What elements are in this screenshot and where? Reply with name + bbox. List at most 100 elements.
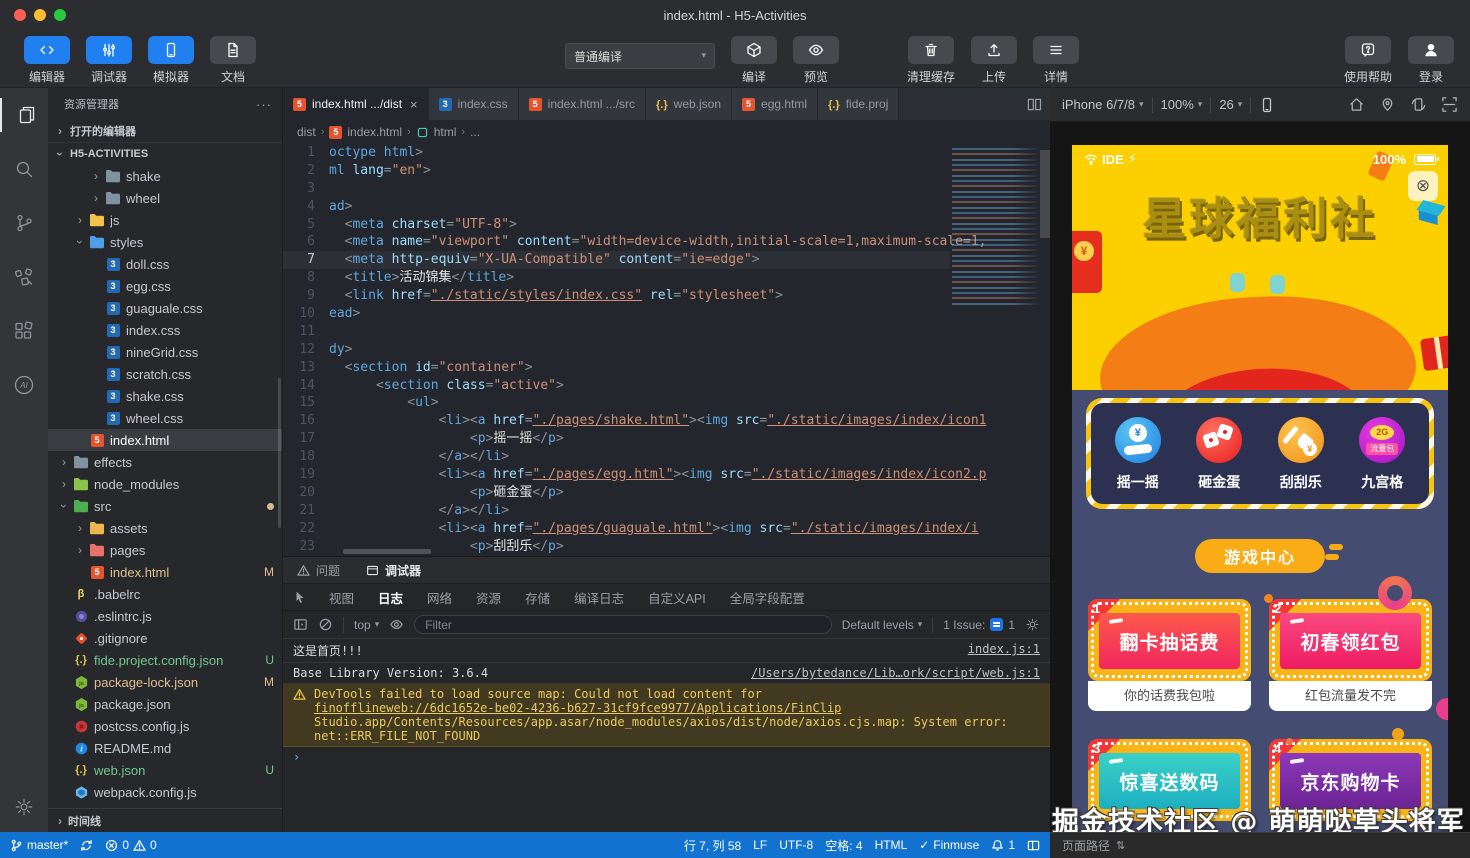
game-center-button[interactable]: 游戏中心	[1195, 539, 1343, 573]
upload-button[interactable]: 上传	[971, 36, 1018, 85]
tree-item-egg.css[interactable]: 3 egg.css	[48, 275, 282, 297]
tree-item-pages[interactable]: › pages	[48, 539, 282, 561]
breadcrumb-item[interactable]: html	[434, 125, 457, 139]
git-branch-item[interactable]: master*	[10, 838, 68, 852]
device-frame-icon[interactable]	[1259, 97, 1275, 113]
tree-item-wheel.css[interactable]: 3 wheel.css	[48, 407, 282, 429]
tree-item-package-lock.json[interactable]: js package-lock.json M	[48, 671, 282, 693]
issues-counter[interactable]: 1 Issue: 1	[943, 618, 1015, 632]
encoding-indicator[interactable]: UTF-8	[779, 838, 813, 852]
details-button[interactable]: 详情	[1033, 36, 1080, 85]
live-expression-icon[interactable]	[389, 617, 404, 632]
editor-tab[interactable]: 3 index.css	[428, 88, 519, 120]
tree-item-.eslintrc.js[interactable]: .eslintrc.js	[48, 605, 282, 627]
phone-screen[interactable]: IDE ⚡ 100% 星球福利社 ⊗	[1072, 145, 1448, 832]
extensions-icon[interactable]	[0, 314, 48, 348]
compile-button[interactable]: 编译	[731, 36, 777, 85]
editor-horizontal-scrollbar[interactable]	[343, 549, 431, 554]
console-sidebar-toggle-icon[interactable]	[293, 617, 308, 632]
service-status[interactable]: ✓ Finmuse	[919, 838, 979, 852]
breadcrumb-item[interactable]: index.html	[347, 125, 402, 139]
run-debug-icon[interactable]	[0, 260, 48, 294]
search-icon[interactable]	[0, 152, 48, 186]
source-control-icon[interactable]	[0, 206, 48, 240]
tree-item-nineGrid.css[interactable]: 3 nineGrid.css	[48, 341, 282, 363]
sync-button[interactable]	[80, 839, 93, 852]
console-filter-input[interactable]	[414, 615, 832, 634]
devtools-tab-0[interactable]: 视图	[327, 588, 356, 607]
tree-item-index.html[interactable]: 5 index.html	[48, 429, 282, 451]
tree-item-package.json[interactable]: js package.json	[48, 693, 282, 715]
tree-item-nodemodules[interactable]: › node_modules	[48, 473, 282, 495]
split-editor-icon[interactable]	[899, 88, 1050, 120]
breadcrumb-item[interactable]: ...	[470, 125, 480, 139]
tree-item-src[interactable]: › src	[48, 495, 282, 517]
promo-card-2[interactable]: 2 初春领红包 红包流量发不完	[1269, 599, 1432, 711]
editor-tab[interactable]: {.} web.json	[646, 88, 733, 120]
editor-mode-button[interactable]: 编辑器	[24, 36, 70, 85]
promo-card-1[interactable]: 1 翻卡抽话费 你的话费我包啦	[1088, 599, 1251, 711]
sidebar-scrollbar[interactable]	[278, 378, 281, 528]
tree-item-assets[interactable]: › assets	[48, 517, 282, 539]
clear-cache-button[interactable]: 清理缓存	[907, 36, 955, 85]
notifications-item[interactable]: 1	[991, 838, 1015, 852]
inspect-cursor-icon[interactable]	[293, 590, 307, 604]
console-settings-icon[interactable]	[1025, 617, 1040, 632]
tree-item-js[interactable]: › js	[48, 209, 282, 231]
rotate-device-icon[interactable]	[1410, 96, 1427, 113]
devtools-tab-3[interactable]: 资源	[474, 588, 503, 607]
source-link[interactable]: index.js:1	[968, 642, 1040, 656]
editor-vertical-scrollbar[interactable]	[1040, 150, 1050, 238]
open-editors-section[interactable]: › 打开的编辑器	[48, 120, 282, 142]
log-levels-dropdown[interactable]: Default levels ▾	[842, 618, 923, 632]
compile-mode-dropdown[interactable]: 普通编译 ▾	[565, 43, 715, 69]
tree-item-wheel[interactable]: › wheel	[48, 187, 282, 209]
devtools-tab-7[interactable]: 全局字段配置	[728, 588, 807, 607]
help-button[interactable]: 使用帮助	[1344, 36, 1392, 85]
device-selector[interactable]: iPhone 6/7/8 ▾	[1062, 97, 1144, 112]
debugger-tab[interactable]: 调试器	[366, 562, 421, 579]
problems-tab[interactable]: 问题	[297, 562, 340, 579]
tree-item-shake.css[interactable]: 3 shake.css	[48, 385, 282, 407]
more-actions-icon[interactable]: ···	[256, 97, 272, 112]
close-tab-icon[interactable]: ×	[410, 97, 418, 112]
problems-summary[interactable]: 00	[105, 838, 157, 852]
settings-gear-icon[interactable]	[0, 790, 48, 824]
game-menu-item-1[interactable]: 砸金蛋	[1196, 417, 1243, 492]
game-menu-item-0[interactable]: ¥ 摇一摇	[1114, 417, 1161, 492]
code-editor[interactable]: 1 octype html >2 ml lang = "en" >3 4 ad >5 < meta …	[283, 144, 1050, 556]
ai-assistant-icon[interactable]: AI	[0, 368, 48, 402]
timeline-section[interactable]: › 时间线	[48, 808, 282, 832]
language-indicator[interactable]: HTML	[875, 838, 908, 852]
breadcrumb[interactable]: dist › 5 index.html › html ›...	[283, 120, 1050, 144]
source-map-link[interactable]: finofflineweb://6dc1652e-be02-4236-b627-…	[314, 701, 841, 715]
console-prompt[interactable]: ›	[283, 747, 1050, 767]
editor-tab[interactable]: 5 egg.html	[732, 88, 819, 120]
game-menu-item-3[interactable]: 2G 流量包 九宫格	[1359, 417, 1406, 492]
tree-item-.babelrc[interactable]: β .babelrc	[48, 583, 282, 605]
tree-item-shake[interactable]: › shake	[48, 165, 282, 187]
devtools-tab-4[interactable]: 存储	[523, 588, 552, 607]
indent-indicator[interactable]: 空格: 4	[825, 837, 862, 854]
editor-tab[interactable]: 5 index.html .../dist ×	[283, 88, 429, 120]
devtools-tab-6[interactable]: 自定义API	[646, 588, 708, 607]
fontsize-selector[interactable]: 26 ▾	[1219, 97, 1242, 112]
project-root[interactable]: › H5-ACTIVITIES	[48, 142, 282, 164]
devtools-tab-1[interactable]: 日志	[376, 588, 405, 607]
tree-item-index.html[interactable]: 5 index.html M	[48, 561, 282, 583]
context-selector[interactable]: top ▾	[354, 618, 379, 632]
location-icon[interactable]	[1379, 96, 1396, 113]
devtools-tab-2[interactable]: 网络	[425, 588, 454, 607]
layout-toggle[interactable]	[1027, 839, 1040, 852]
explorer-icon[interactable]	[0, 98, 48, 132]
eol-indicator[interactable]: LF	[753, 838, 767, 852]
zoom-selector[interactable]: 100% ▾	[1161, 97, 1203, 112]
breadcrumb-item[interactable]: dist	[297, 125, 316, 139]
tree-item-index.css[interactable]: 3 index.css	[48, 319, 282, 341]
editor-tab[interactable]: {.} fide.proj	[818, 88, 900, 120]
close-activity-button[interactable]: ⊗	[1408, 171, 1438, 201]
tree-item-postcss.config.js[interactable]: postcss.config.js	[48, 715, 282, 737]
preview-button[interactable]: 预览	[793, 36, 839, 85]
source-link[interactable]: /Users/bytedance/Lib…ork/script/web.js:1	[751, 666, 1040, 680]
cursor-position[interactable]: 行 7, 列 58	[684, 837, 741, 854]
